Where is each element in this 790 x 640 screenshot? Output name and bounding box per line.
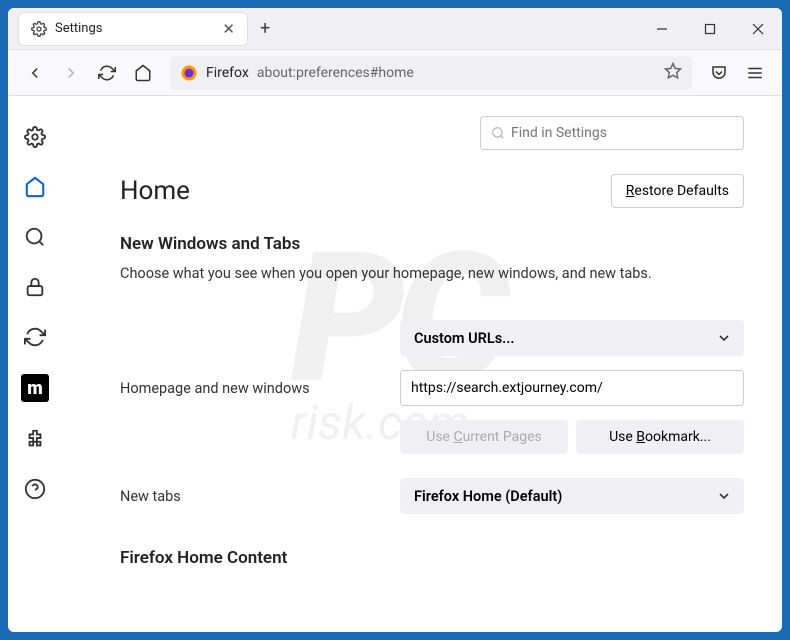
sidebar-general-icon[interactable] xyxy=(22,124,48,150)
titlebar: Settings ✕ + xyxy=(8,8,782,50)
sidebar-sync-icon[interactable] xyxy=(22,324,48,350)
page-title: Home xyxy=(120,176,190,206)
search-icon xyxy=(491,126,505,140)
homepage-mode-select[interactable]: Custom URLs... xyxy=(400,320,744,356)
sidebar-privacy-icon[interactable] xyxy=(22,274,48,300)
homepage-mode-value: Custom URLs... xyxy=(414,330,515,347)
forward-button[interactable] xyxy=(54,56,88,90)
tab-title: Settings xyxy=(55,21,214,36)
section-windows-tabs-desc: Choose what you see when you open your h… xyxy=(120,264,744,284)
sidebar-extensions-icon[interactable] xyxy=(22,426,48,452)
gear-icon xyxy=(31,21,47,37)
section-home-content-heading: Firefox Home Content xyxy=(120,548,744,568)
close-window-button[interactable] xyxy=(734,8,782,50)
homepage-label: Homepage and new windows xyxy=(120,380,372,397)
menu-button[interactable] xyxy=(738,56,772,90)
section-windows-tabs-heading: New Windows and Tabs xyxy=(120,234,744,254)
browser-tab[interactable]: Settings ✕ xyxy=(18,12,248,46)
homepage-url-input[interactable] xyxy=(400,370,744,406)
url-label: Firefox xyxy=(206,65,249,81)
use-current-pages-button[interactable]: Use Current Pages xyxy=(400,420,568,454)
newtabs-select[interactable]: Firefox Home (Default) xyxy=(400,478,744,514)
back-button[interactable] xyxy=(18,56,52,90)
close-icon[interactable]: ✕ xyxy=(222,20,235,38)
settings-search[interactable] xyxy=(480,116,744,150)
sidebar-extension-icon[interactable]: m xyxy=(21,374,49,402)
bookmark-star-icon[interactable] xyxy=(664,62,682,84)
main-panel: Home Restore Defaults New Windows and Ta… xyxy=(62,96,782,632)
restore-defaults-button[interactable]: Restore Defaults xyxy=(611,174,744,208)
sidebar-search-icon[interactable] xyxy=(22,224,48,250)
sidebar-help-icon[interactable] xyxy=(22,476,48,502)
newtabs-value: Firefox Home (Default) xyxy=(414,488,562,505)
chevron-down-icon xyxy=(718,332,730,344)
pocket-button[interactable] xyxy=(702,56,736,90)
minimize-button[interactable] xyxy=(638,8,686,50)
search-input[interactable] xyxy=(511,125,733,141)
maximize-button[interactable] xyxy=(686,8,734,50)
use-bookmark-button[interactable]: Use Bookmark... xyxy=(576,420,744,454)
reload-button[interactable] xyxy=(90,56,124,90)
address-bar[interactable]: Firefox about:preferences#home xyxy=(170,56,692,90)
chevron-down-icon xyxy=(718,490,730,502)
settings-sidebar: m xyxy=(8,96,62,632)
new-tab-button[interactable]: + xyxy=(260,18,270,39)
firefox-icon xyxy=(180,64,198,82)
toolbar: Firefox about:preferences#home xyxy=(8,50,782,96)
newtabs-label: New tabs xyxy=(120,488,372,505)
home-button[interactable] xyxy=(126,56,160,90)
url-text: about:preferences#home xyxy=(257,65,414,81)
sidebar-home-icon[interactable] xyxy=(22,174,48,200)
